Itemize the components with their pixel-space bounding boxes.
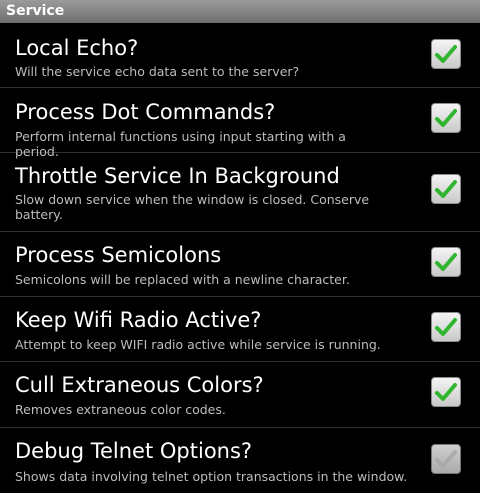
setting-title: Keep Wifi Radio Active? [15,308,262,332]
setting-title: Local Echo? [15,36,139,60]
setting-process-semicolons[interactable]: Process Semicolons Semicolons will be re… [0,232,480,297]
checkmark-icon [435,253,457,271]
setting-keep-wifi-active[interactable]: Keep Wifi Radio Active? Attempt to keep … [0,297,480,362]
setting-title: Throttle Service In Background [15,164,340,188]
setting-title: Debug Telnet Options? [15,439,253,463]
setting-title: Process Semicolons [15,243,222,267]
checkbox[interactable] [431,103,461,133]
checkbox[interactable] [431,247,461,277]
preference-list: Local Echo? Will the service echo data s… [0,23,480,491]
setting-process-dot-commands[interactable]: Process Dot Commands? Perform internal f… [0,88,480,159]
checkmark-icon [435,45,457,63]
checkbox[interactable] [431,39,461,69]
checkmark-icon [435,383,457,401]
setting-summary: Semicolons will be replaced with a newli… [15,272,350,287]
setting-title: Cull Extraneous Colors? [15,373,264,397]
checkbox[interactable] [431,312,461,342]
setting-summary: Will the service echo data sent to the s… [15,64,300,79]
checkmark-icon [435,450,457,468]
checkbox[interactable] [431,377,461,407]
checkmark-icon [435,109,457,127]
setting-debug-telnet-options[interactable]: Debug Telnet Options? Shows data involvi… [0,428,480,491]
setting-cull-extraneous-colors[interactable]: Cull Extraneous Colors? Removes extraneo… [0,362,480,428]
checkbox[interactable] [431,174,461,204]
setting-summary: Attempt to keep WIFI radio active while … [15,337,381,352]
checkmark-icon [435,318,457,336]
checkmark-icon [435,180,457,198]
setting-title: Process Dot Commands? [15,100,276,124]
setting-summary: Shows data involving telnet option trans… [15,469,408,484]
preference-category-header: Service [0,0,480,23]
category-title: Service [6,3,65,19]
setting-summary: Slow down service when the window is clo… [15,192,370,222]
setting-local-echo[interactable]: Local Echo? Will the service echo data s… [0,23,480,88]
setting-summary: Removes extraneous color codes. [15,402,226,417]
setting-throttle-service[interactable]: Throttle Service In Background Slow down… [0,153,480,232]
checkbox-disabled[interactable] [431,444,461,474]
